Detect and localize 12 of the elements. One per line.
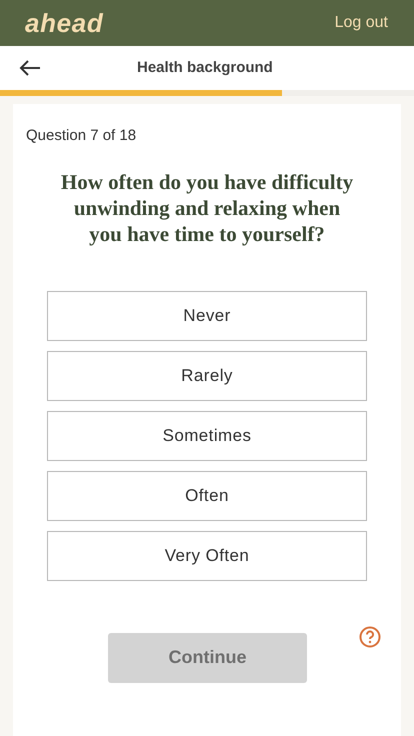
back-arrow-icon[interactable] <box>19 60 41 76</box>
answer-option[interactable]: Often <box>47 470 367 520</box>
answer-option[interactable]: Rarely <box>47 350 367 400</box>
answer-option[interactable]: Very Often <box>47 530 367 580</box>
logo: ahead <box>25 6 104 40</box>
question-text: How often do you have difficulty unwinding and relaxing when you have time to yourself? <box>60 168 354 246</box>
answer-option[interactable]: Never <box>47 290 367 340</box>
question-counter: Question 7 of 18 <box>26 126 138 146</box>
answer-option[interactable]: Sometimes <box>47 410 367 460</box>
logout-link[interactable]: Log out <box>334 11 388 35</box>
help-icon[interactable] <box>359 626 381 648</box>
page-title: Health background <box>137 58 273 78</box>
